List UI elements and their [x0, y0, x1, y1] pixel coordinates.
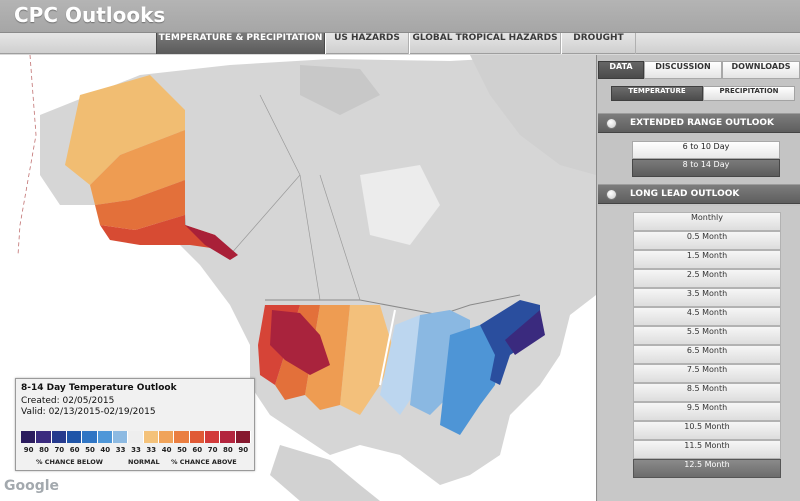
- legend-title: 8-14 Day Temperature Outlook: [21, 383, 177, 393]
- legend-swatch: [51, 431, 67, 443]
- side-tab-data[interactable]: DATA: [598, 61, 644, 79]
- long-lead-label: LONG LEAD OUTLOOK: [630, 189, 740, 199]
- legend-tick: 70: [207, 446, 218, 454]
- legend-tick: 80: [39, 446, 49, 454]
- legend-swatch: [220, 431, 236, 443]
- legend-swatch: [174, 431, 190, 443]
- option-12-5-month[interactable]: 12.5 Month: [633, 459, 781, 478]
- side-panel: DATA DISCUSSION DOWNLOADS TEMPERATURE PR…: [596, 55, 800, 501]
- legend-swatches: [21, 431, 251, 443]
- long-lead-radio-icon[interactable]: [606, 189, 617, 200]
- legend-tick: 90: [23, 446, 34, 454]
- option-6-5-month[interactable]: 6.5 Month: [633, 345, 781, 364]
- option-8-5-month[interactable]: 8.5 Month: [633, 383, 781, 402]
- legend-swatch: [128, 431, 144, 443]
- section-long-lead[interactable]: LONG LEAD OUTLOOK: [598, 184, 800, 204]
- main-nav: TEMPERATURE & PRECIPITATION US HAZARDS G…: [0, 33, 800, 54]
- legend-tick: 60: [192, 446, 203, 454]
- legend-swatch: [21, 431, 37, 443]
- option-5-5-month[interactable]: 5.5 Month: [633, 326, 781, 345]
- monthly-header: Monthly: [633, 212, 781, 231]
- section-extended-range[interactable]: EXTENDED RANGE OUTLOOK: [598, 113, 800, 133]
- option-6-10-day[interactable]: 6 to 10 Day: [632, 141, 780, 159]
- legend-swatch: [66, 431, 83, 443]
- app-root: CPC Outlooks TEMPERATURE & PRECIPITATION…: [0, 0, 800, 501]
- legend-tick: 50: [177, 446, 187, 454]
- option-9-5-month[interactable]: 9.5 Month: [633, 402, 781, 421]
- legend-swatch: [112, 431, 129, 443]
- legend-ticks: 90 80 70 60 50 40 33 33 33 40 50 60 70 80 90: [21, 446, 251, 455]
- google-logo: Google: [4, 478, 60, 494]
- legend-box: 8-14 Day Temperature Outlook Created: 02…: [15, 378, 255, 471]
- option-7-5-month[interactable]: 7.5 Month: [633, 364, 781, 383]
- legend-tick: 60: [69, 446, 80, 454]
- extended-range-label: EXTENDED RANGE OUTLOOK: [630, 118, 775, 128]
- legend-created: Created: 02/05/2015: [21, 396, 115, 406]
- legend-swatch: [235, 431, 251, 443]
- app-header: CPC Outlooks: [0, 0, 800, 33]
- legend-tick: 40: [100, 446, 111, 454]
- subtab-temperature[interactable]: TEMPERATURE: [611, 86, 703, 101]
- legend-swatch: [189, 431, 205, 443]
- subtab-precipitation[interactable]: PRECIPITATION: [703, 86, 795, 101]
- option-4-5-month[interactable]: 4.5 Month: [633, 307, 781, 326]
- app-title: CPC Outlooks: [14, 3, 166, 27]
- legend-tick: 33: [146, 446, 157, 454]
- option-10-5-month[interactable]: 10.5 Month: [633, 421, 781, 440]
- legend-caption-normal: NORMAL: [128, 458, 160, 466]
- legend-swatch: [143, 431, 159, 443]
- option-2-5-month[interactable]: 2.5 Month: [633, 269, 781, 288]
- legend-tick: 50: [85, 446, 95, 454]
- legend-swatch: [158, 431, 175, 443]
- legend-swatch: [204, 431, 221, 443]
- legend-tick: 33: [115, 446, 126, 454]
- legend-valid: Valid: 02/13/2015-02/19/2015: [21, 407, 156, 417]
- extended-radio-icon[interactable]: [606, 118, 617, 129]
- side-tab-discussion[interactable]: DISCUSSION: [644, 61, 722, 79]
- option-1-5-month[interactable]: 1.5 Month: [633, 250, 781, 269]
- legend-swatch: [97, 431, 113, 443]
- long-lead-panel: Monthly 0.5 Month 1.5 Month 2.5 Month 3.…: [598, 206, 800, 501]
- option-3-5-month[interactable]: 3.5 Month: [633, 288, 781, 307]
- side-tab-downloads[interactable]: DOWNLOADS: [722, 61, 800, 79]
- legend-caption-above: % CHANCE ABOVE: [171, 458, 237, 466]
- legend-tick: 33: [131, 446, 141, 454]
- tab-global-tropical-hazards[interactable]: GLOBAL TROPICAL HAZARDS: [409, 33, 561, 54]
- legend-tick: 90: [238, 446, 249, 454]
- legend-tick: 70: [54, 446, 65, 454]
- tab-temperature-precipitation[interactable]: TEMPERATURE & PRECIPITATION: [156, 33, 325, 54]
- legend-caption-below: % CHANCE BELOW: [36, 458, 103, 466]
- option-11-5-month[interactable]: 11.5 Month: [633, 440, 781, 459]
- legend-swatch: [82, 431, 98, 443]
- legend-swatch: [36, 431, 52, 443]
- option-8-14-day[interactable]: 8 to 14 Day: [632, 159, 780, 177]
- option-0-5-month[interactable]: 0.5 Month: [633, 231, 781, 250]
- legend-tick: 40: [161, 446, 172, 454]
- tab-us-hazards[interactable]: US HAZARDS: [325, 33, 409, 54]
- tab-drought[interactable]: DROUGHT: [561, 33, 636, 54]
- legend-tick: 80: [223, 446, 233, 454]
